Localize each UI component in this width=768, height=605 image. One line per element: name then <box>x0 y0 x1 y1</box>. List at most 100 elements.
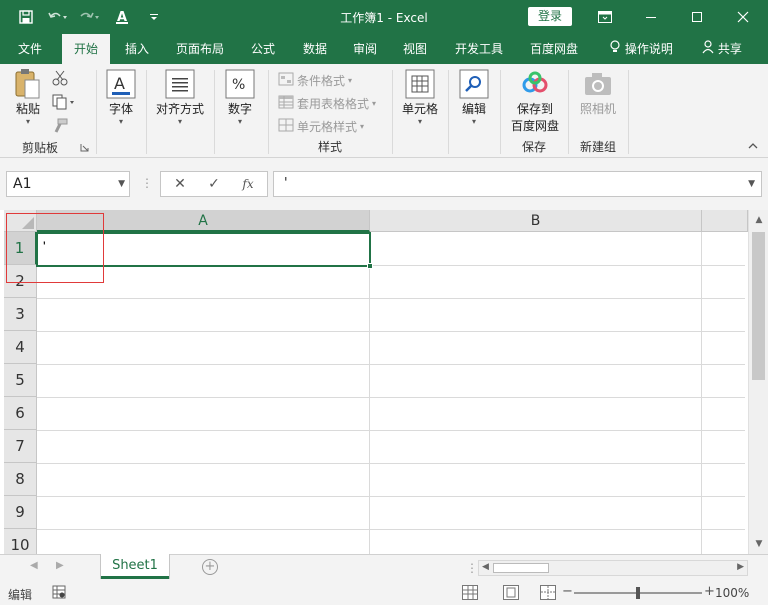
save-to-baidu-button[interactable]: 保存到 百度网盘 <box>506 68 564 134</box>
scroll-up-icon[interactable]: ▲ <box>753 214 765 226</box>
column-header-b[interactable]: B <box>370 210 702 232</box>
insert-function-icon[interactable]: fx <box>231 172 265 196</box>
cell-styles-label: 单元格样式 <box>297 119 358 134</box>
macro-recording-icon[interactable] <box>52 585 66 602</box>
cells-button[interactable]: 单元格 ▾ <box>398 68 442 127</box>
expand-formula-bar-icon[interactable]: ▼ <box>748 172 755 196</box>
new-sheet-icon[interactable]: + <box>202 559 218 575</box>
worksheet-grid[interactable]: A B 1 2 3 4 5 6 7 8 9 10 ' ▲ ▼ <box>0 210 768 554</box>
font-button[interactable]: A 字体 ▾ <box>102 68 140 127</box>
tab-review[interactable]: 审阅 <box>344 34 386 64</box>
formula-bar-grip-icon[interactable]: ⋮ <box>141 176 153 190</box>
paste-label: 粘贴 <box>15 102 40 116</box>
ribbon-separator <box>96 70 97 154</box>
tell-me-box[interactable]: 操作说明 <box>600 34 682 64</box>
fill-handle[interactable] <box>367 263 373 269</box>
page-layout-view-icon[interactable] <box>503 585 519 600</box>
cells-label: 单元格 <box>401 102 438 116</box>
format-as-table-button[interactable]: 套用表格格式 ▾ <box>278 93 376 113</box>
status-mode: 编辑 <box>8 588 33 602</box>
tab-insert[interactable]: 插入 <box>116 34 158 64</box>
cancel-icon[interactable]: ✕ <box>163 172 197 196</box>
zoom-in-icon[interactable]: + <box>704 584 715 599</box>
row-header-4[interactable]: 4 <box>4 331 37 364</box>
conditional-formatting-label: 条件格式 <box>297 73 346 88</box>
vertical-scrollbar[interactable]: ▲ ▼ <box>748 210 768 554</box>
ribbon-separator <box>628 70 629 154</box>
normal-view-icon[interactable] <box>462 585 478 600</box>
row-header-6[interactable]: 6 <box>4 397 37 430</box>
name-box[interactable]: A1 ▼ <box>6 171 130 197</box>
minimize-icon[interactable] <box>628 0 674 34</box>
zoom-level[interactable]: 100% <box>715 586 749 600</box>
share-label: 共享 <box>717 42 742 56</box>
tab-formulas[interactable]: 公式 <box>242 34 284 64</box>
ribbon-separator <box>568 70 569 154</box>
svg-text:A: A <box>114 74 125 93</box>
next-sheet-icon[interactable]: ▶ <box>56 560 64 571</box>
conditional-formatting-button[interactable]: 条件格式 ▾ <box>278 70 352 90</box>
tab-file[interactable]: 文件 <box>8 34 52 64</box>
scroll-left-icon[interactable]: ◀ <box>482 562 489 572</box>
tab-data[interactable]: 数据 <box>294 34 336 64</box>
row-header-7[interactable]: 7 <box>4 430 37 463</box>
cells-icon <box>404 68 436 100</box>
row-header-8[interactable]: 8 <box>4 463 37 496</box>
row-header-3[interactable]: 3 <box>4 298 37 331</box>
save-group-label: 保存 <box>521 140 546 154</box>
paste-button[interactable]: 粘贴 ▾ <box>8 68 48 127</box>
copy-icon[interactable] <box>52 94 76 113</box>
cut-icon[interactable] <box>52 70 68 89</box>
cell-styles-icon <box>278 118 294 135</box>
page-break-view-icon[interactable] <box>540 585 556 600</box>
sheet-tab-sheet1[interactable]: Sheet1 <box>101 554 169 579</box>
row-header-9[interactable]: 9 <box>4 496 37 529</box>
share-button[interactable]: 共享 <box>696 34 748 64</box>
tab-developer[interactable]: 开发工具 <box>446 34 512 64</box>
login-button[interactable]: 登录 <box>528 7 572 26</box>
person-icon <box>702 35 714 65</box>
cell-styles-button[interactable]: 单元格样式 ▾ <box>278 116 364 136</box>
tab-split-grip-icon[interactable]: ⋮ <box>466 561 478 575</box>
tab-home[interactable]: 开始 <box>62 34 110 64</box>
title-bar: A 工作簿1 - Excel 登录 <box>0 0 768 34</box>
format-painter-icon[interactable] <box>52 118 68 137</box>
name-box-dropdown-icon[interactable]: ▼ <box>118 172 125 196</box>
previous-sheet-icon[interactable]: ◀ <box>30 560 38 571</box>
camera-button[interactable]: 照相机 <box>576 68 620 117</box>
enter-icon[interactable]: ✓ <box>197 172 231 196</box>
formula-input[interactable]: ' ▼ <box>273 171 762 197</box>
row-header-5[interactable]: 5 <box>4 364 37 397</box>
horizontal-scroll-thumb[interactable] <box>493 563 549 573</box>
zoom-out-icon[interactable]: − <box>562 584 573 599</box>
vertical-scroll-thumb[interactable] <box>752 232 765 380</box>
scroll-right-icon[interactable]: ▶ <box>737 562 744 572</box>
lightbulb-icon <box>609 35 621 65</box>
zoom-slider-thumb[interactable] <box>636 587 640 599</box>
row-header-10[interactable]: 10 <box>4 529 37 554</box>
ribbon-display-options-icon[interactable] <box>582 0 628 34</box>
gridline <box>37 430 745 431</box>
tab-baidu-netdisk[interactable]: 百度网盘 <box>522 34 586 64</box>
alignment-button[interactable]: 对齐方式 ▾ <box>152 68 208 127</box>
formula-bar: A1 ▼ ⋮ ✕ ✓ fx ' ▼ <box>0 158 768 210</box>
name-box-value: A1 <box>13 176 32 192</box>
editing-button[interactable]: 编辑 ▾ <box>456 68 492 127</box>
tab-view[interactable]: 视图 <box>394 34 436 64</box>
number-button[interactable]: % 数字 ▾ <box>222 68 258 127</box>
column-header-c[interactable] <box>702 210 748 232</box>
gridline <box>37 397 745 398</box>
format-as-table-label: 套用表格格式 <box>297 96 370 111</box>
formula-buttons: ✕ ✓ fx <box>160 171 268 197</box>
alignment-icon <box>164 68 196 100</box>
clipboard-launcher-icon[interactable] <box>80 141 89 155</box>
tell-me-label: 操作说明 <box>624 42 673 56</box>
horizontal-scrollbar[interactable]: ◀ ▶ <box>478 560 748 576</box>
maximize-icon[interactable] <box>674 0 720 34</box>
gridline <box>37 529 745 530</box>
tab-page-layout[interactable]: 页面布局 <box>168 34 232 64</box>
save-to-baidu-label-2: 百度网盘 <box>510 119 559 133</box>
collapse-ribbon-icon[interactable] <box>748 139 758 153</box>
scroll-down-icon[interactable]: ▼ <box>753 538 765 550</box>
close-icon[interactable] <box>720 0 766 34</box>
